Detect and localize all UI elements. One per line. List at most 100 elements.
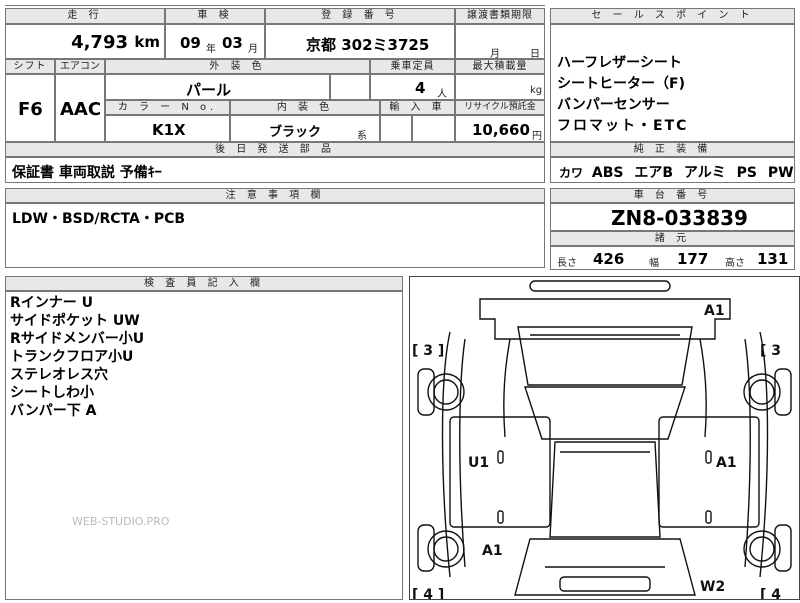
aircon-value: AAC [60,99,102,120]
inspection-year-unit: 年 [206,44,216,55]
notes-cell: LDW・BSD/RCTA・PCB [5,203,545,268]
exterior-color-value: パール [186,81,232,99]
interior-color-header: 内 装 色 [230,100,380,115]
specs-header: 諸 元 [550,231,795,246]
inspection-cell: 09 年 03 月 [165,24,265,59]
shift-cell: F6 [5,74,55,142]
exterior-color-header: 外 装 色 [105,59,370,74]
registration-cell: 京都 302ミ3725 [265,24,455,59]
mark-w2: W2 [700,579,725,595]
recycle-unit: 円 [532,131,542,142]
car-diagram-svg: A1 [ 3 ] [ 3 U1 A1 A1 W2 [ 4 ] [ 4 [412,280,792,603]
capacity-unit: 人 [437,89,447,100]
sales-points-list: ハーフレザーシート シートヒーター（F) バンパーセンサー フロマット・ETC [550,24,795,142]
max-load-unit: kg [530,85,543,96]
mark-a1-top: A1 [704,303,725,319]
notes-header: 注 意 事 項 欄 [5,188,545,203]
mark-a1-right: A1 [716,455,737,471]
inspector-note-item: トランクフロア小U [10,349,134,365]
genuine-equipment-list: カワ ABS エアB アルミ PS PW [559,162,794,182]
transfer-cell: 月 日 [455,24,545,60]
mileage-unit: km [134,33,160,51]
sales-points-header: セ ー ル ス ポ イ ン ト [550,8,795,24]
inspector-note-item: バンパー下 A [10,403,97,419]
rear-parts-value: 保証書 車両取説 予備ｷｰ [12,165,162,181]
max-load-cell: kg [455,74,545,100]
spec-height-value: 131 [757,250,789,268]
mileage-header: 走 行 [5,8,165,24]
sales-point-item: ハーフレザーシート [557,55,682,71]
watermark: WEB-STUDIO.PRO [72,515,170,528]
inspector-header: 検 査 員 記 入 欄 [5,276,403,291]
recycle-value: 10,660 [472,121,530,139]
exterior-color-extra [330,74,370,100]
mark-a1-left-bottom: A1 [482,543,503,559]
interior-color-cell: ブラック 系 [230,115,380,142]
genuine-equipment-cell: カワ ABS エアB アルミ PS PW [550,157,795,183]
mark-bracket-br: [ 4 [760,587,781,599]
inspection-month-unit: 月 [248,44,258,55]
inspection-header: 車 検 [165,8,265,24]
registration-value: 京都 302ミ3725 [306,36,430,54]
transfer-month-unit: 月 [490,49,500,60]
genuine-equipment-header: 純 正 装 備 [550,142,795,157]
notes-value: LDW・BSD/RCTA・PCB [12,211,186,227]
equipment-item: アルミ [683,165,726,181]
mark-bracket-right: [ 3 [760,343,781,359]
shift-header: シフト [5,59,55,74]
recycle-header: リサイクル預託金 [455,100,545,115]
spec-width-label: 幅 [649,258,659,269]
color-no-header: カ ラ ー N o. [105,100,230,115]
chassis-no-value: ZN8-033839 [611,206,748,230]
registration-header: 登 録 番 号 [265,8,455,24]
spec-width-value: 177 [677,250,709,268]
inspector-note-item: ステレオレス穴 [10,367,108,383]
inspection-year: 09 [180,34,201,52]
rear-parts-cell: 保証書 車両取説 予備ｷｰ [5,157,545,183]
capacity-cell: 4 人 [370,74,455,100]
mileage-value: 4,793 [71,32,128,53]
chassis-no-header: 車 台 番 号 [550,188,795,203]
aircon-cell: AAC [55,74,105,142]
equipment-item: カワ [559,166,584,180]
inspection-month: 03 [222,34,243,52]
spec-length-value: 426 [593,250,625,268]
max-load-header: 最大積載量 [455,59,545,74]
mark-bracket-bl: [ 4 ] [412,587,444,599]
import-cell-2 [412,115,455,142]
aircon-header: エアコン [55,59,105,74]
color-no-cell: K1X [105,115,230,142]
import-cell-1 [380,115,412,142]
transfer-header: 譲渡書類期限 [455,8,545,24]
sales-point-item: バンパーセンサー [557,97,670,113]
equipment-item: ABS [591,165,624,181]
inspector-note-item: Rインナー U [10,295,94,311]
color-no-value: K1X [152,121,186,139]
specs-cell: 長さ 426 幅 177 高さ 131 [550,246,795,270]
capacity-value: 4 [415,79,426,97]
equipment-item: PS [736,165,757,181]
shift-value: F6 [18,99,43,120]
rear-parts-header: 後 日 発 送 部 品 [5,142,545,157]
spec-length-label: 長さ [557,258,577,269]
inspector-note-item: シートしわ小 [10,385,94,401]
exterior-color-cell: パール [105,74,330,100]
inspector-note-item: サイドポケット UW [10,313,140,329]
top-strip [5,0,545,6]
sales-point-item: シートヒーター（F) [557,76,685,92]
chassis-no-cell: ZN8-033839 [550,203,795,231]
mark-u1: U1 [468,455,489,471]
mileage-cell: 4,793 km [5,24,165,59]
capacity-header: 乗車定員 [370,59,455,74]
import-header: 輸 入 車 [380,100,455,115]
sales-point-item: フロマット・ETC [557,118,689,134]
equipment-item: PW [767,165,794,181]
recycle-cell: 10,660 円 [455,115,545,142]
spec-height-label: 高さ [725,258,745,269]
equipment-item: エアB [634,165,674,181]
car-diagram: A1 [ 3 ] [ 3 U1 A1 A1 W2 [ 4 ] [ 4 [409,276,800,603]
transfer-day-unit: 日 [530,49,540,60]
mark-bracket-left: [ 3 ] [412,343,444,359]
interior-color-value: ブラック [269,125,322,140]
inspector-note-item: Rサイドメンバー小U [10,331,145,347]
